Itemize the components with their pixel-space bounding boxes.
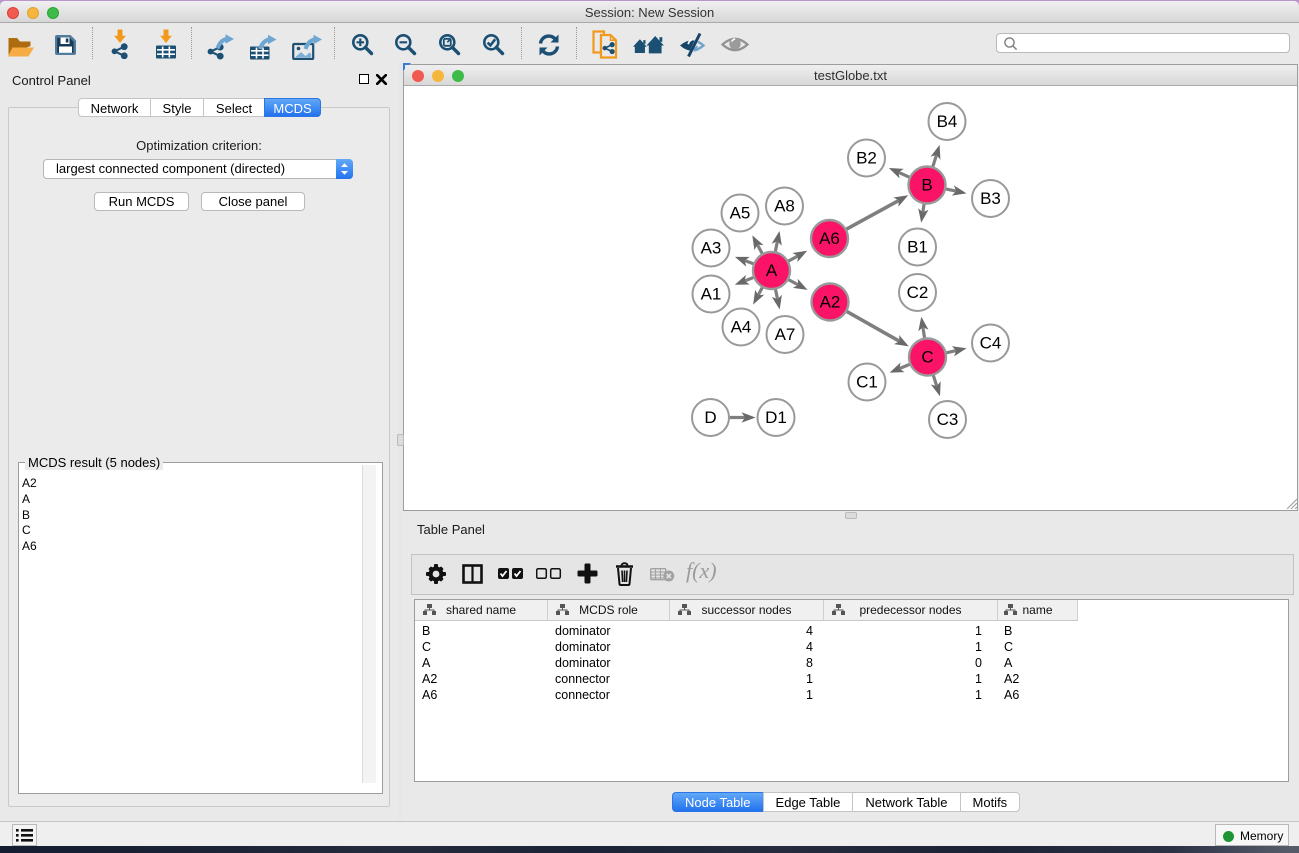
svg-text:B2: B2 [856, 149, 877, 168]
svg-text:A3: A3 [701, 239, 722, 258]
svg-text:C1: C1 [856, 373, 878, 392]
svg-text:C4: C4 [980, 334, 1002, 353]
svg-text:A5: A5 [730, 204, 751, 223]
svg-text:C2: C2 [907, 283, 929, 302]
svg-text:D: D [704, 408, 716, 427]
svg-text:A4: A4 [731, 318, 752, 337]
svg-text:B: B [921, 176, 932, 195]
svg-text:A1: A1 [701, 285, 722, 304]
svg-text:B4: B4 [937, 112, 958, 131]
svg-text:A2: A2 [820, 293, 841, 312]
svg-text:C: C [921, 348, 933, 367]
svg-text:B1: B1 [907, 238, 928, 257]
svg-text:B3: B3 [980, 189, 1001, 208]
svg-text:A: A [766, 261, 778, 280]
svg-text:A7: A7 [775, 325, 796, 344]
svg-text:C3: C3 [937, 410, 959, 429]
svg-text:A8: A8 [774, 197, 795, 216]
svg-text:A6: A6 [819, 229, 840, 248]
svg-text:D1: D1 [765, 408, 787, 427]
